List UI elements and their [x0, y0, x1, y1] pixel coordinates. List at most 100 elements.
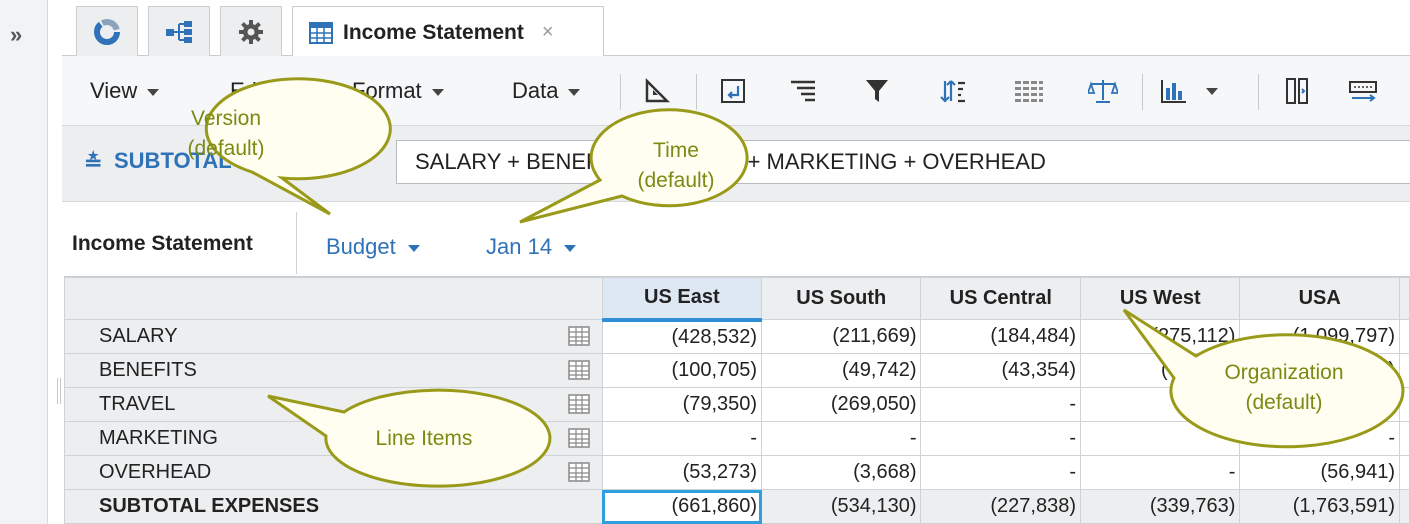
column-header-overflow — [1399, 277, 1410, 320]
table-row: SALARY (428,532) (211,669) (184,484) (27… — [64, 319, 1410, 354]
column-header-us-west[interactable]: US West — [1080, 277, 1241, 320]
cell-value[interactable]: (53,273) — [601, 455, 763, 490]
menu-format[interactable]: Format — [352, 78, 444, 104]
chevron-down-icon — [568, 88, 581, 96]
row-label[interactable]: BENEFITS — [64, 353, 603, 388]
toolbar-separator — [1142, 74, 1143, 110]
tab-hierarchy[interactable] — [148, 6, 210, 57]
chevron-down-icon — [564, 244, 577, 252]
table-row-total: SUBTOTAL EXPENSES (661,860) (534,130) (2… — [64, 489, 1410, 524]
row-label[interactable]: SALARY — [64, 319, 603, 354]
row-label[interactable]: TRAVEL — [64, 387, 603, 422]
left-rail: » — [0, 0, 48, 524]
cell-overflow — [1399, 455, 1410, 490]
menu-view[interactable]: View — [90, 78, 160, 104]
cell-value[interactable]: (227,838) — [920, 489, 1082, 524]
callout-line-items-text: Line Items — [375, 427, 473, 450]
cell-value[interactable]: (339,763) — [1080, 489, 1241, 524]
toolbar-separator — [1258, 74, 1259, 110]
filter-icon[interactable] — [862, 76, 892, 106]
grid-icon[interactable] — [567, 360, 590, 386]
cell-value[interactable]: (534,130) — [761, 489, 922, 524]
chevron-down-icon — [431, 88, 444, 96]
menu-data[interactable]: Data — [512, 78, 581, 104]
expand-panel-icon[interactable]: » — [10, 22, 22, 48]
column-split-icon[interactable] — [1282, 76, 1312, 106]
grid-icon[interactable] — [567, 394, 590, 420]
grid-icon[interactable] — [567, 326, 590, 352]
chevron-down-icon — [407, 244, 420, 252]
version-selector[interactable]: Budget — [326, 234, 420, 260]
cell-value[interactable]: (269,050) — [761, 387, 922, 422]
cell-value[interactable]: - — [920, 455, 1082, 490]
collapse-chevron-icon[interactable]: ≛ — [84, 150, 102, 176]
column-header-us-south[interactable]: US South — [761, 277, 922, 320]
tab-dashboard[interactable] — [76, 6, 138, 57]
resize-grip[interactable] — [57, 378, 61, 404]
cell-value[interactable]: (428,532) — [601, 319, 763, 354]
balance-icon[interactable] — [1088, 76, 1118, 106]
tab-title: Income Statement — [343, 20, 524, 44]
toolbar-separator — [696, 74, 697, 110]
cell-value[interactable]: (184,484) — [920, 319, 1082, 354]
cell-value[interactable]: (3,668) — [761, 455, 922, 490]
keyboard-icon[interactable] — [1348, 76, 1378, 106]
indent-icon[interactable] — [788, 76, 818, 106]
cell-overflow — [1399, 353, 1410, 388]
cell-value[interactable]: - — [1239, 421, 1400, 456]
grid-corner — [64, 277, 603, 320]
row-label[interactable]: OVERHEAD — [64, 455, 603, 490]
cell-value[interactable]: (1,099,797) — [1239, 319, 1400, 354]
cell-value[interactable]: (79,350) — [601, 387, 763, 422]
cell-value[interactable]: (211,669) — [761, 319, 922, 354]
cell-value[interactable]: (49,742) — [761, 353, 922, 388]
callout-organization-text: Organization (default) — [1224, 361, 1344, 414]
cell-overflow — [1399, 421, 1410, 456]
chevron-down-icon — [1206, 87, 1218, 95]
table-row: OVERHEAD (53,273) (3,668) - - (56,941) — [64, 455, 1410, 490]
pivot-icon[interactable] — [718, 76, 748, 106]
chevron-down-icon — [147, 88, 160, 96]
grid-icon[interactable] — [567, 428, 590, 454]
dotted-grid-icon[interactable] — [1014, 76, 1044, 106]
cell-value[interactable]: (275,112) — [1080, 319, 1241, 354]
menu-edit[interactable]: Edit — [230, 78, 290, 104]
cell-value[interactable]: (56,941) — [1239, 455, 1400, 490]
cell-value[interactable]: - — [601, 421, 763, 456]
callout-version-text: Version (default) — [187, 107, 265, 160]
grid-icon — [309, 21, 333, 44]
toolbar-separator — [620, 74, 621, 110]
tab-strip: Income Statement × — [62, 0, 1410, 58]
cell-value[interactable]: (1,763,591) — [1239, 489, 1400, 524]
callout-time-text: Time (default) — [637, 139, 715, 192]
tab-settings[interactable] — [220, 6, 282, 57]
cell-value[interactable]: - — [761, 421, 922, 456]
cell-value[interactable]: - — [920, 421, 1082, 456]
column-header-us-central[interactable]: US Central — [920, 277, 1082, 320]
cell-value[interactable]: - — [920, 387, 1082, 422]
module-title: Income Statement — [72, 232, 253, 255]
cell-value[interactable]: - — [1080, 455, 1241, 490]
cell-value-selected[interactable]: (661,860) — [601, 489, 763, 524]
cell-value[interactable]: - — [1080, 421, 1241, 456]
cell-value[interactable]: (100,705) — [601, 353, 763, 388]
gear-icon — [239, 20, 263, 44]
bar-chart-icon — [1161, 80, 1186, 103]
sort-icon[interactable] — [938, 76, 968, 106]
triangle-ruler-icon[interactable] — [642, 76, 672, 106]
context-bar: Income Statement Budget Jan 14 — [62, 210, 1410, 276]
close-icon[interactable]: × — [542, 21, 554, 44]
dashboard-icon — [94, 19, 120, 45]
formula-input[interactable]: SALARY + BENEFITS + TRAVEL + MARKETING +… — [396, 140, 1410, 184]
hierarchy-icon — [166, 21, 192, 43]
time-selector[interactable]: Jan 14 — [486, 234, 577, 260]
tab-income-statement[interactable]: Income Statement × — [292, 6, 604, 58]
column-header-usa[interactable]: USA — [1239, 277, 1400, 320]
row-label[interactable]: SUBTOTAL EXPENSES — [64, 489, 603, 524]
cell-value[interactable]: (43,354) — [920, 353, 1082, 388]
bar-chart-button[interactable] — [1160, 76, 1236, 106]
cell-overflow — [1399, 489, 1410, 524]
column-header-us-east[interactable]: US East — [601, 277, 763, 322]
grid-icon[interactable] — [567, 462, 590, 488]
cell-overflow — [1399, 319, 1410, 354]
